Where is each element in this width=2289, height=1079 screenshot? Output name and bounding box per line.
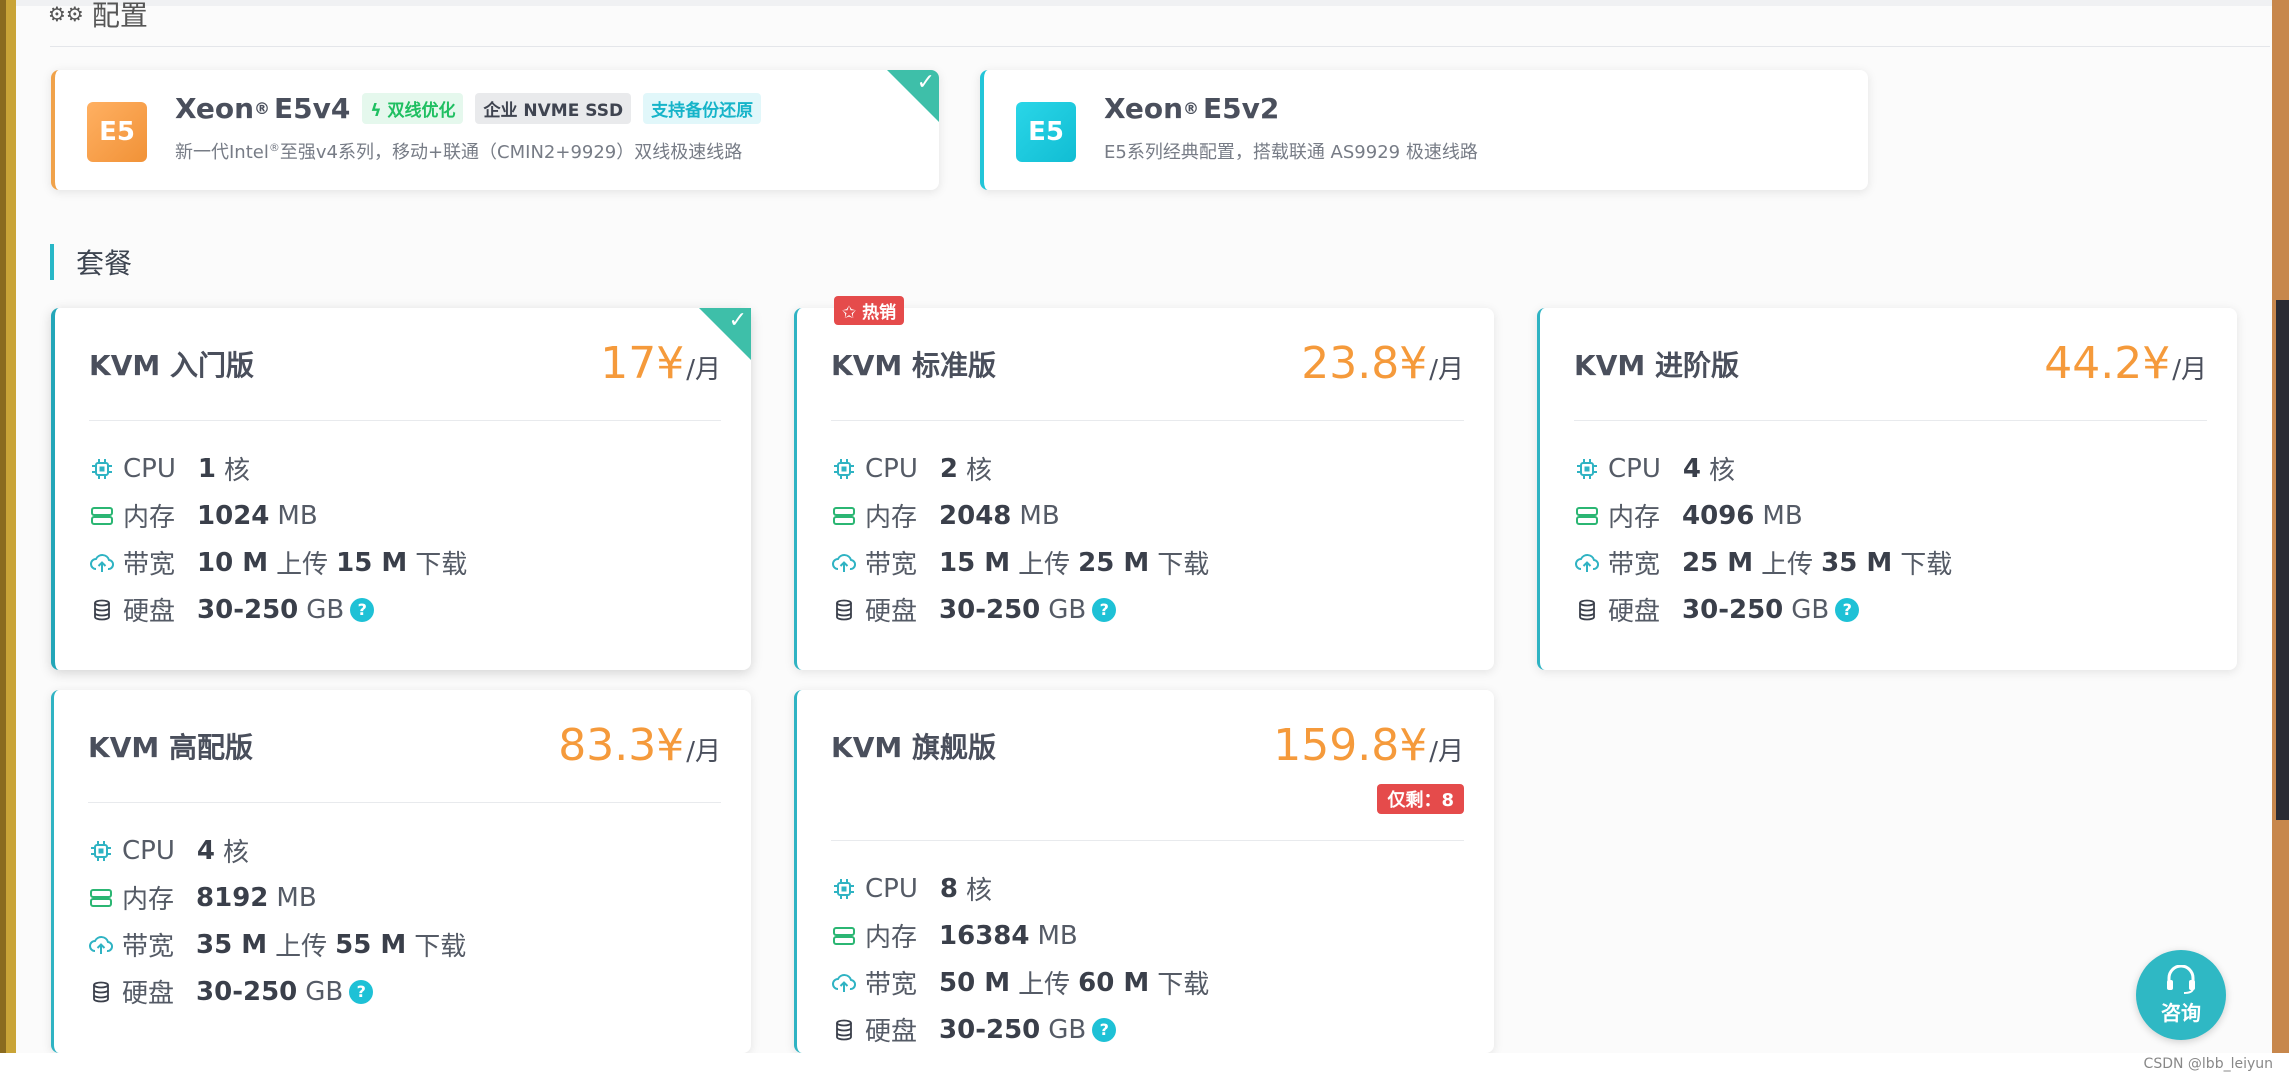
memory-icon	[831, 923, 857, 949]
plan-divider	[88, 802, 721, 803]
spec-cpu: CPU 1 核	[89, 450, 250, 487]
spec-disk: 硬盘 30-250 GB?	[831, 1011, 1117, 1048]
disk-icon	[831, 1017, 857, 1043]
plan-price: 44.2¥/月	[2044, 338, 2207, 389]
help-icon[interactable]: ?	[1835, 597, 1860, 622]
plan-name: KVM 入门版	[89, 349, 254, 382]
plan-name: KVM 标准版	[831, 349, 996, 382]
plan-name: KVM 旗舰版	[831, 731, 996, 764]
spec-bandwidth: 带宽 50 M 上传 60 M 下载	[831, 964, 1209, 1001]
config-card-e5v4[interactable]: E5 Xeon ® E5v4 ϟ 双线优化 企业 NVME SSD 支持备份还原 …	[51, 70, 939, 190]
plan-divider	[1574, 420, 2207, 421]
plan-card-body: KVM 旗舰版 159.8¥/月仅剩：8 CPU 8 核内存 16384 MB 带宽 50 M上…	[797, 690, 1494, 1053]
spec-cpu: CPU 4 核	[1574, 450, 1735, 487]
spec-memory: 内存 2048 MB	[831, 497, 1060, 534]
plan-price: 83.3¥/月	[558, 720, 721, 771]
tag-dual-line: ϟ 双线优化	[362, 93, 464, 124]
help-icon[interactable]: ?	[1092, 597, 1117, 622]
plan-price: 159.8¥/月	[1273, 720, 1464, 771]
cpu-icon	[89, 456, 115, 482]
check-icon: ✓	[728, 308, 747, 333]
memory-icon	[88, 885, 114, 911]
cpu-badge: E5	[1016, 102, 1076, 162]
plan-card[interactable]: KVM 标准版 23.8¥/月 CPU 2 核内存 2048 MB 带宽 15 M 上传 25 M下…	[794, 308, 1494, 670]
stock-badge: 仅剩：8	[1377, 784, 1464, 814]
package-section-title: 套餐	[50, 244, 132, 280]
cpu-icon	[1574, 456, 1600, 482]
spec-memory: 内存 4096 MB	[1574, 497, 1803, 534]
tag-backup: 支持备份还原	[643, 93, 762, 124]
top-divider	[16, 0, 2272, 6]
plan-card-body: KVM 高配版 83.3¥/月 CPU 4 核内存 8192 MB 带宽 35 M 上传 55 M下…	[54, 690, 751, 1053]
plan-card[interactable]: KVM 进阶版 44.2¥/月 CPU 4 核内存 4096 MB 带宽 25 M 上传 35 M下…	[1537, 308, 2237, 670]
memory-icon	[1574, 503, 1600, 529]
spec-memory: 内存 16384 MB	[831, 917, 1078, 954]
upload-cloud-icon	[89, 550, 115, 576]
background-right-edge	[2272, 0, 2289, 1053]
hot-badge: ✩ 热销	[834, 296, 905, 325]
headset-icon	[2167, 964, 2195, 994]
spec-bandwidth: 带宽 10 M 上传 15 M 下载	[89, 544, 467, 581]
config-divider	[50, 46, 2270, 47]
disk-icon	[89, 597, 115, 623]
memory-icon	[89, 503, 115, 529]
watermark: CSDN @lbb_leiyun	[2143, 1056, 2273, 1072]
tag-nvme: 企业 NVME SSD	[475, 93, 632, 124]
cpu-badge: E5	[87, 102, 147, 162]
plan-divider	[831, 840, 1464, 841]
upload-cloud-icon	[88, 932, 114, 958]
spec-bandwidth: 带宽 15 M 上传 25 M 下载	[831, 544, 1209, 581]
config-description: 新一代Intel®至强v4系列，移动+联通（CMIN2+9929）双线极速线路	[175, 141, 743, 163]
disk-icon	[88, 979, 114, 1005]
help-icon[interactable]: ?	[349, 979, 374, 1004]
plan-card[interactable]: KVM 入门版 17¥/月 CPU 1 核内存 1024 MB 带宽 10 M 上传 15 M 下载硬…	[51, 308, 751, 670]
check-icon: ✓	[916, 70, 935, 95]
plan-card-body: KVM 进阶版 44.2¥/月 CPU 4 核内存 4096 MB 带宽 25 M 上传 35 M下…	[1540, 308, 2237, 670]
background-left-edge	[0, 0, 16, 1053]
plan-divider	[831, 420, 1464, 421]
help-icon[interactable]: ?	[1092, 1017, 1117, 1042]
plan-price: 23.8¥/月	[1301, 338, 1464, 389]
spec-bandwidth: 带宽 25 M 上传 35 M 下载	[1574, 544, 1952, 581]
spec-cpu: CPU 4 核	[88, 832, 249, 869]
spec-memory: 内存 1024 MB	[89, 497, 318, 534]
spec-disk: 硬盘 30-250 GB?	[89, 591, 375, 628]
cpu-icon	[831, 456, 857, 482]
config-icon: ⚙⚙	[48, 2, 84, 26]
cpu-icon	[88, 838, 114, 864]
plan-card-body: KVM 入门版 17¥/月 CPU 1 核内存 1024 MB 带宽 10 M 上传 15 M 下载硬…	[55, 308, 751, 670]
config-title: Xeon ® E5v4 ϟ 双线优化 企业 NVME SSD 支持备份还原	[175, 92, 762, 125]
main-content: ⚙⚙ 配置 E5 Xeon ® E5v4 ϟ 双线优化 企业 NVME SSD 支…	[16, 0, 2272, 1053]
plan-card[interactable]: KVM 旗舰版 159.8¥/月仅剩：8 CPU 8 核内存 16384 MB 带宽 50 M上…	[794, 690, 1494, 1053]
bolt-icon: ϟ	[370, 101, 388, 121]
upload-cloud-icon	[1574, 550, 1600, 576]
footer-bar	[0, 1053, 2289, 1079]
spec-disk: 硬盘 30-250 GB?	[1574, 591, 1860, 628]
spec-cpu: CPU 2 核	[831, 450, 992, 487]
upload-cloud-icon	[831, 550, 857, 576]
config-card-e5v2[interactable]: E5 Xeon ® E5v2 E5系列经典配置，搭载联通 AS9929 极速线路	[980, 70, 1868, 190]
consult-button[interactable]: 咨询	[2136, 950, 2226, 1040]
help-icon[interactable]: ?	[350, 597, 375, 622]
plan-divider	[89, 420, 721, 421]
disk-icon	[831, 597, 857, 623]
config-section-title: ⚙⚙ 配置	[48, 0, 148, 32]
upload-cloud-icon	[831, 970, 857, 996]
spec-bandwidth: 带宽 35 M 上传 55 M 下载	[88, 926, 466, 963]
plan-card[interactable]: KVM 高配版 83.3¥/月 CPU 4 核内存 8192 MB 带宽 35 M 上传 55 M下…	[51, 690, 751, 1053]
plan-name: KVM 进阶版	[1574, 349, 1739, 382]
spec-cpu: CPU 8 核	[831, 870, 992, 907]
config-title: Xeon ® E5v2	[1104, 92, 1280, 125]
disk-icon	[1574, 597, 1600, 623]
plan-card-body: KVM 标准版 23.8¥/月 CPU 2 核内存 2048 MB 带宽 15 M 上传 25 M下…	[797, 308, 1494, 670]
plan-name: KVM 高配版	[88, 731, 253, 764]
cpu-icon	[831, 876, 857, 902]
spec-disk: 硬盘 30-250 GB?	[831, 591, 1117, 628]
memory-icon	[831, 503, 857, 529]
config-description: E5系列经典配置，搭载联通 AS9929 极速线路	[1104, 142, 1478, 163]
spec-memory: 内存 8192 MB	[88, 879, 317, 916]
spec-disk: 硬盘 30-250 GB?	[88, 973, 374, 1010]
